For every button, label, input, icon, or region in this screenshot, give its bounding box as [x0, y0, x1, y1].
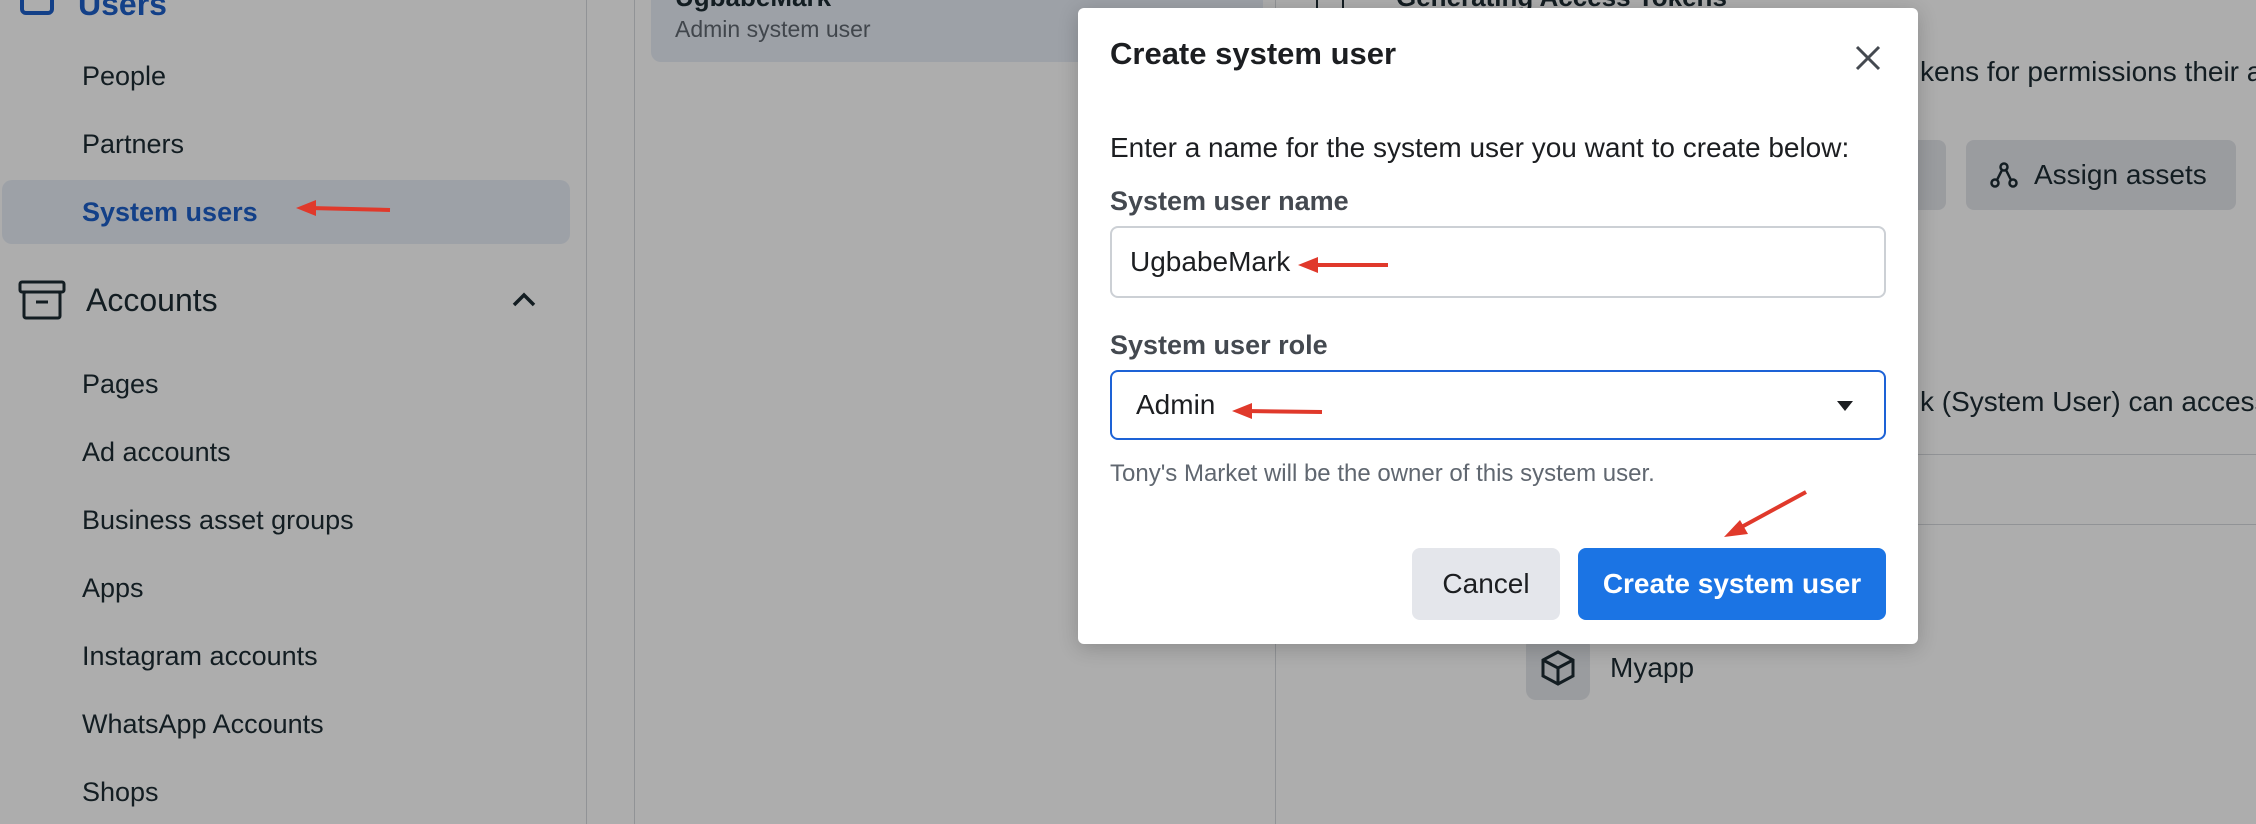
cancel-button[interactable]: Cancel [1412, 548, 1560, 620]
create-system-user-button[interactable]: Create system user [1578, 548, 1886, 620]
create-system-user-dialog: Create system user Enter a name for the … [1078, 8, 1918, 644]
dialog-intro-text: Enter a name for the system user you wan… [1110, 132, 1850, 163]
system-user-name-input[interactable] [1110, 226, 1886, 298]
close-icon [1855, 45, 1881, 71]
system-user-role-select[interactable]: Admin [1110, 370, 1886, 440]
system-user-role-label: System user role [1110, 330, 1328, 360]
close-button[interactable] [1846, 36, 1890, 80]
owner-note: Tony's Market will be the owner of this … [1110, 460, 1655, 487]
system-user-name-label: System user name [1110, 186, 1349, 216]
caret-down-icon [1837, 401, 1853, 411]
role-selected-value: Admin [1136, 389, 1216, 420]
dialog-title: Create system user [1110, 36, 1397, 71]
